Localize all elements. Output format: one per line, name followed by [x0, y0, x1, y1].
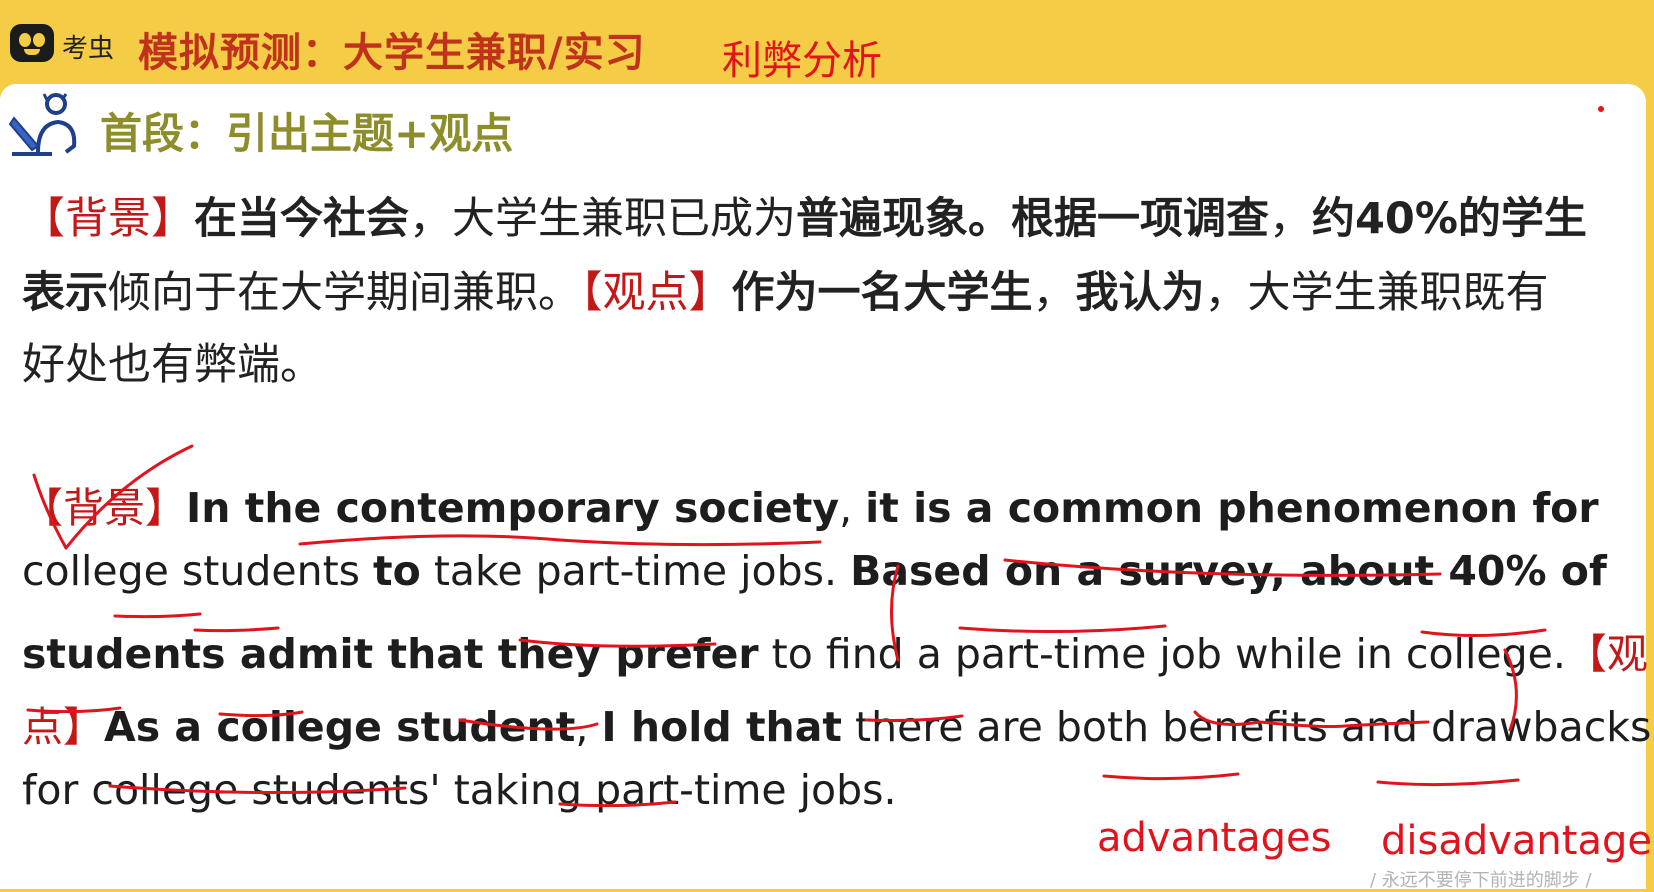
section-title: 首段：引出主题+观点	[100, 109, 514, 158]
text-run: Based on a survey, about 40% of	[850, 547, 1607, 595]
laser-pointer-dot	[1598, 106, 1604, 112]
section-tag: 点】	[22, 703, 104, 751]
text-run: 表示	[22, 268, 108, 318]
handwritten-title-annotation: 利弊分析	[722, 38, 882, 84]
text-run: 约40%的学生	[1312, 194, 1587, 244]
chinese-line-2: 表示倾向于在大学期间兼职。【观点】作为一名大学生，我认为，大学生兼职既有	[22, 258, 1602, 320]
chinese-line-3: 好处也有弊端。	[22, 330, 1602, 392]
section-tag: 【观	[1565, 630, 1648, 678]
english-line-5: for college students' taking part-time j…	[22, 766, 897, 814]
text-run: I hold that	[601, 703, 843, 751]
text-run: to	[373, 547, 421, 595]
text-run: 我认为	[1075, 268, 1205, 318]
text-run: take part-time jobs.	[420, 547, 851, 595]
kaochong-logo-icon	[10, 24, 54, 62]
text-run: 作为一名大学生	[731, 268, 1033, 318]
logo-text: 考虫	[62, 34, 115, 64]
text-run: to find a part-time job while in college…	[758, 630, 1566, 678]
section-tag: 【背景】	[22, 194, 194, 244]
text-run: 好处也有弊端。	[22, 340, 323, 390]
section-tag: 【观点】	[581, 268, 732, 318]
text-run: In the contemporary society	[186, 484, 840, 532]
handwritten-disadvantages: disadvantages	[1381, 818, 1654, 864]
chinese-line-1: 【背景】在当今社会，大学生兼职已成为普遍现象。根据一项调查，约40%的学生	[22, 184, 1602, 246]
english-line-3: students admit that they prefer to find …	[22, 620, 1648, 680]
text-run: 在当今社会	[194, 194, 409, 244]
slide-content: 首段：引出主题+观点 【背景】在当今社会，大学生兼职已成为普遍现象。根据一项调查…	[0, 84, 1651, 889]
text-run: ，	[1269, 194, 1312, 244]
english-line-4: 点】As a college student, I hold that ther…	[22, 693, 1651, 753]
text-run: ,	[839, 484, 866, 532]
footer-slogan: / 永远不要停下前进的脚步 /	[1370, 870, 1592, 891]
header-bar: 考虫 模拟预测：大学生兼职/实习 利弊分析	[0, 0, 1654, 84]
text-run: ，	[1032, 268, 1076, 318]
text-run: ，大学生兼职既有	[1204, 268, 1549, 318]
text-run: there are both benefits and drawbacks	[842, 703, 1652, 751]
english-line-2: college students to take part-time jobs.…	[22, 547, 1607, 595]
text-run: As a college student	[104, 703, 576, 751]
text-run: ，大学生兼职已成为	[409, 194, 796, 244]
section-tag: 【背景】	[22, 484, 186, 532]
text-run: it is a common phenomenon for	[865, 484, 1599, 532]
text-run: students admit that they prefer	[22, 630, 759, 678]
writing-person-icon	[8, 93, 77, 156]
slide-title: 模拟预测：大学生兼职/实习	[138, 30, 646, 76]
text-run: 普遍现象。根据一项调查	[796, 194, 1269, 244]
english-line-1: 【背景】In the contemporary society, it is a…	[22, 474, 1599, 534]
text-run: 倾向于在大学期间兼职。	[108, 268, 581, 318]
text-run: ,	[575, 703, 602, 751]
text-run: for college students' taking part-time j…	[22, 766, 897, 814]
handwritten-advantages: advantages	[1097, 815, 1332, 861]
text-run: college students	[22, 547, 374, 595]
